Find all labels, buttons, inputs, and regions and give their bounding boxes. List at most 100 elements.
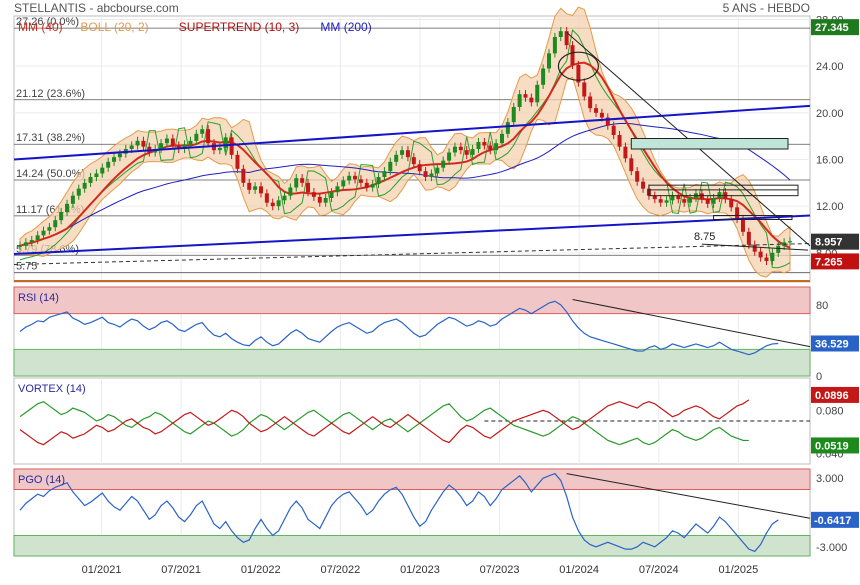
candle-body bbox=[541, 68, 546, 85]
candle-body bbox=[746, 231, 751, 245]
candle-body bbox=[358, 179, 363, 183]
candle-body bbox=[523, 94, 528, 98]
candle-body bbox=[170, 138, 175, 146]
candle-body bbox=[676, 195, 681, 200]
legend-entry: SUPERTREND (10, 3) bbox=[179, 20, 299, 34]
chart-svg: 01/2021 07/2021 01/2022 07/2022 01/2023 07/20… bbox=[13, 6, 859, 576]
candle-body bbox=[229, 137, 234, 155]
price-badge-label: 8.957 bbox=[815, 237, 843, 249]
candle-body bbox=[611, 125, 616, 135]
candle-body bbox=[282, 195, 287, 201]
candle-body bbox=[476, 142, 481, 149]
candle-body bbox=[129, 145, 134, 149]
candle-body bbox=[758, 251, 763, 258]
candle-body bbox=[776, 245, 781, 253]
candle-body bbox=[535, 84, 540, 103]
candle-body bbox=[235, 154, 240, 169]
candle-body bbox=[458, 146, 463, 151]
zone-band bbox=[13, 534, 811, 557]
candle-body bbox=[335, 186, 340, 193]
candle-body bbox=[547, 53, 552, 69]
sub-y-tick-label: 80 bbox=[816, 300, 828, 312]
candle-body bbox=[88, 177, 93, 183]
x-tick-label: 07/2022 bbox=[320, 564, 360, 576]
rsi-badge-label: 36.529 bbox=[815, 338, 849, 350]
candle-body bbox=[364, 182, 369, 188]
candle-body bbox=[558, 31, 563, 37]
x-tick-label: 07/2023 bbox=[480, 564, 520, 576]
candle-body bbox=[18, 245, 22, 247]
candle-body bbox=[699, 193, 704, 200]
panel-name: PGO (14) bbox=[18, 474, 65, 486]
legend-entry: BOLL (20, 2) bbox=[80, 20, 148, 34]
legend-entry: MM (200) bbox=[320, 20, 371, 34]
y-tick-label: 16.00 bbox=[816, 155, 844, 167]
candle-body bbox=[729, 199, 734, 208]
candle-body bbox=[94, 173, 99, 177]
resistance-zone-box bbox=[630, 138, 789, 150]
candle-body bbox=[688, 198, 693, 203]
candle-body bbox=[347, 175, 352, 181]
x-tick-label: 01/2023 bbox=[400, 564, 440, 576]
candle-body bbox=[253, 186, 258, 190]
candle-body bbox=[582, 82, 587, 97]
candle-body bbox=[306, 182, 311, 193]
candle-body bbox=[323, 198, 328, 203]
candle-body bbox=[53, 220, 58, 228]
candle-body bbox=[441, 160, 446, 168]
candle-body bbox=[635, 171, 640, 182]
candle-body bbox=[570, 45, 575, 65]
panel-name: VORTEX (14) bbox=[18, 383, 86, 395]
candle-body bbox=[294, 178, 299, 188]
price-badge-label: 27.345 bbox=[815, 22, 849, 34]
candle-body bbox=[599, 112, 604, 118]
candle-body bbox=[494, 143, 499, 151]
candle-body bbox=[311, 192, 316, 197]
candle-body bbox=[447, 152, 452, 161]
zone-band bbox=[13, 348, 811, 377]
candle-body bbox=[65, 203, 70, 212]
candle-body bbox=[652, 195, 657, 200]
candle-body bbox=[411, 157, 416, 165]
candle-body bbox=[353, 175, 358, 180]
candle-body bbox=[264, 193, 269, 203]
candle-body bbox=[717, 192, 722, 198]
legend-entry: MM (40) bbox=[18, 20, 63, 34]
candle-body bbox=[159, 143, 164, 149]
candle-body bbox=[217, 147, 222, 151]
candle-body bbox=[423, 171, 428, 177]
candle-body bbox=[135, 140, 140, 146]
candle-body bbox=[247, 182, 252, 190]
vortex-badge-red-label: 0.0896 bbox=[815, 390, 849, 402]
candle-body bbox=[388, 161, 393, 172]
chart-title: STELLANTIS - abcbourse.com bbox=[14, 1, 179, 15]
candle-body bbox=[35, 235, 40, 240]
candle-body bbox=[47, 227, 52, 231]
candle-body bbox=[188, 140, 193, 145]
candle-body bbox=[552, 37, 557, 54]
candle-body bbox=[82, 182, 87, 189]
candle-body bbox=[429, 173, 434, 177]
candle-body bbox=[417, 164, 422, 172]
fib-level-label: 14.24 (50.0%) bbox=[16, 168, 85, 180]
candle-body bbox=[100, 167, 105, 174]
candle-body bbox=[764, 257, 769, 261]
candle-body bbox=[241, 168, 246, 183]
candle-body bbox=[735, 207, 740, 219]
candle-body bbox=[300, 178, 305, 183]
y-tick-label: 12.00 bbox=[816, 201, 844, 213]
x-tick-label: 01/2022 bbox=[241, 564, 281, 576]
candle-body bbox=[141, 140, 146, 147]
x-tick-label: 01/2024 bbox=[559, 564, 599, 576]
candle-body bbox=[788, 241, 792, 243]
fib-level-label: 21.12 (23.6%) bbox=[16, 88, 85, 100]
candle-body bbox=[394, 154, 399, 162]
candle-body bbox=[206, 129, 211, 144]
candle-body bbox=[517, 94, 522, 107]
candle-body bbox=[682, 199, 687, 203]
zone-band bbox=[13, 286, 811, 315]
fib-level-label: 5.75 bbox=[16, 261, 37, 273]
candle-body bbox=[482, 142, 487, 146]
candle-body bbox=[329, 192, 334, 198]
candle-body bbox=[200, 129, 205, 134]
